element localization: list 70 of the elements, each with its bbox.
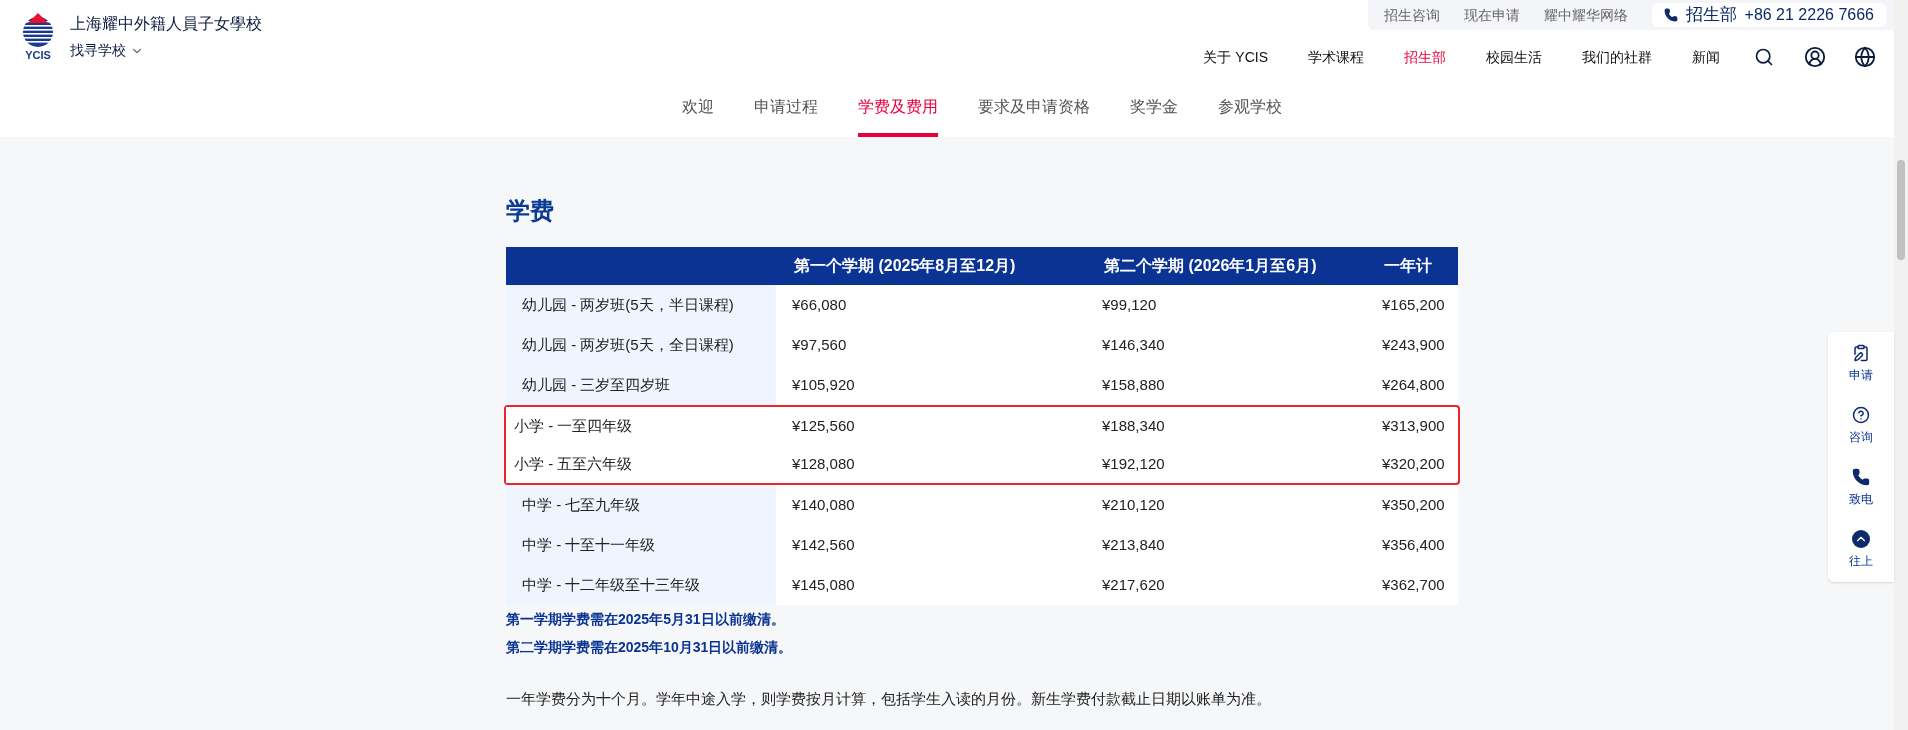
table-cell-text: ¥362,700 [1381, 574, 1446, 595]
row-label: 幼儿园 - 两岁班(5天，半日课程) [506, 285, 776, 325]
sub-tab[interactable]: 奖学金 [1130, 89, 1178, 137]
question-icon [1852, 406, 1870, 424]
side-action[interactable]: 往上 [1849, 530, 1873, 570]
globe-icon[interactable] [1854, 46, 1876, 68]
phone-icon [1663, 8, 1678, 22]
sub-tab[interactable]: 学费及费用 [858, 89, 938, 137]
main-nav-link[interactable]: 新闻 [1672, 46, 1740, 68]
main-nav-link[interactable]: 学术课程 [1288, 46, 1384, 68]
main-nav-link[interactable]: 招生部 [1384, 46, 1466, 68]
table-cell-text: ¥188,340 [1101, 415, 1166, 436]
table-cell-text: ¥210,120 [1101, 494, 1166, 515]
phone-link[interactable]: +86 21 2226 7666 [1744, 3, 1874, 27]
utility-link[interactable]: 招生咨询 [1383, 4, 1440, 26]
column-header: 一年计 [1383, 256, 1433, 276]
table-cell-text: ¥66,080 [791, 294, 848, 315]
table-cell-text: ¥105,920 [791, 374, 856, 395]
payment-note: 第二学期学费需在2025年10月31日以前缴清。 [506, 638, 794, 657]
row-label: 幼儿园 - 三岁至四岁班 [506, 365, 776, 405]
main-nav-link[interactable]: 校园生活 [1466, 46, 1562, 68]
logo-text: YCIS [25, 50, 51, 61]
user-icon[interactable] [1804, 46, 1826, 68]
table-cell-text: ¥158,880 [1101, 374, 1166, 395]
chevron-up-icon [1852, 530, 1870, 548]
table-cell-text: ¥217,620 [1101, 574, 1166, 595]
table-cell-text: ¥192,120 [1101, 453, 1166, 474]
column-header: 第一个学期 (2025年8月至12月) [793, 256, 1017, 276]
section-heading: 学费 [506, 196, 555, 226]
main-nav-link[interactable]: 关于 YCIS [1183, 46, 1288, 68]
table-cell-text: ¥264,800 [1381, 374, 1446, 395]
side-action[interactable]: 咨询 [1849, 406, 1873, 446]
table-cell-text: ¥243,900 [1381, 334, 1446, 355]
payment-note: 第一学期学费需在2025年5月31日以前缴清。 [506, 610, 786, 629]
table-cell-text: ¥165,200 [1381, 294, 1446, 315]
sub-tab[interactable]: 参观学校 [1218, 89, 1282, 137]
phone-icon [1852, 468, 1870, 486]
table-cell-text: ¥142,560 [791, 534, 856, 555]
table-cell-text: ¥313,900 [1381, 415, 1446, 436]
table-cell-text: ¥146,340 [1101, 334, 1166, 355]
table-cell-text: ¥97,560 [791, 334, 848, 355]
side-action[interactable]: 申请 [1849, 344, 1873, 384]
school-name: 上海耀中外籍人員子女學校 [70, 14, 262, 34]
row-label: 幼儿园 - 两岁班(5天，全日课程) [506, 325, 776, 365]
table-cell-text: ¥99,120 [1101, 294, 1158, 315]
table-cell-text: ¥320,200 [1381, 453, 1446, 474]
main-nav-link[interactable]: 我们的社群 [1562, 46, 1672, 68]
school-switcher[interactable]: 找寻学校 [70, 40, 262, 61]
sub-tab[interactable]: 欢迎 [682, 89, 714, 137]
column-header: 第二个学期 (2026年1月至6月) [1103, 256, 1318, 276]
contact-label: 招生部 [1685, 4, 1737, 27]
table-cell-text: ¥350,200 [1381, 494, 1446, 515]
table-cell-text: ¥145,080 [791, 574, 856, 595]
sub-tab[interactable]: 要求及申请资格 [978, 89, 1090, 137]
globe-logo-icon [20, 12, 56, 48]
search-icon[interactable] [1754, 47, 1774, 67]
table-cell-text: ¥128,080 [791, 453, 856, 474]
table-cell-text: ¥356,400 [1381, 534, 1446, 555]
utility-link[interactable]: 现在申请 [1463, 4, 1520, 26]
table-cell-text: ¥213,840 [1101, 534, 1166, 555]
sub-tab[interactable]: 申请过程 [754, 89, 818, 137]
fee-paragraph: 一年学费分为十个月。学年中途入学，则学费按月计算，包括学生入读的月份。新生学费付款截止日期以账单为准。 [506, 689, 1272, 709]
side-action[interactable]: 致电 [1849, 468, 1873, 508]
table-cell-text: ¥140,080 [791, 494, 856, 515]
row-label: 中学 - 十二年级至十三年级 [506, 565, 776, 605]
utility-link[interactable]: 耀中耀华网络 [1543, 4, 1628, 26]
row-label: 中学 - 七至九年级 [506, 485, 776, 525]
row-label: 中学 - 十至十一年级 [506, 525, 776, 565]
clipboard-pen-icon [1852, 344, 1870, 362]
table-cell-text: ¥125,560 [791, 415, 856, 436]
